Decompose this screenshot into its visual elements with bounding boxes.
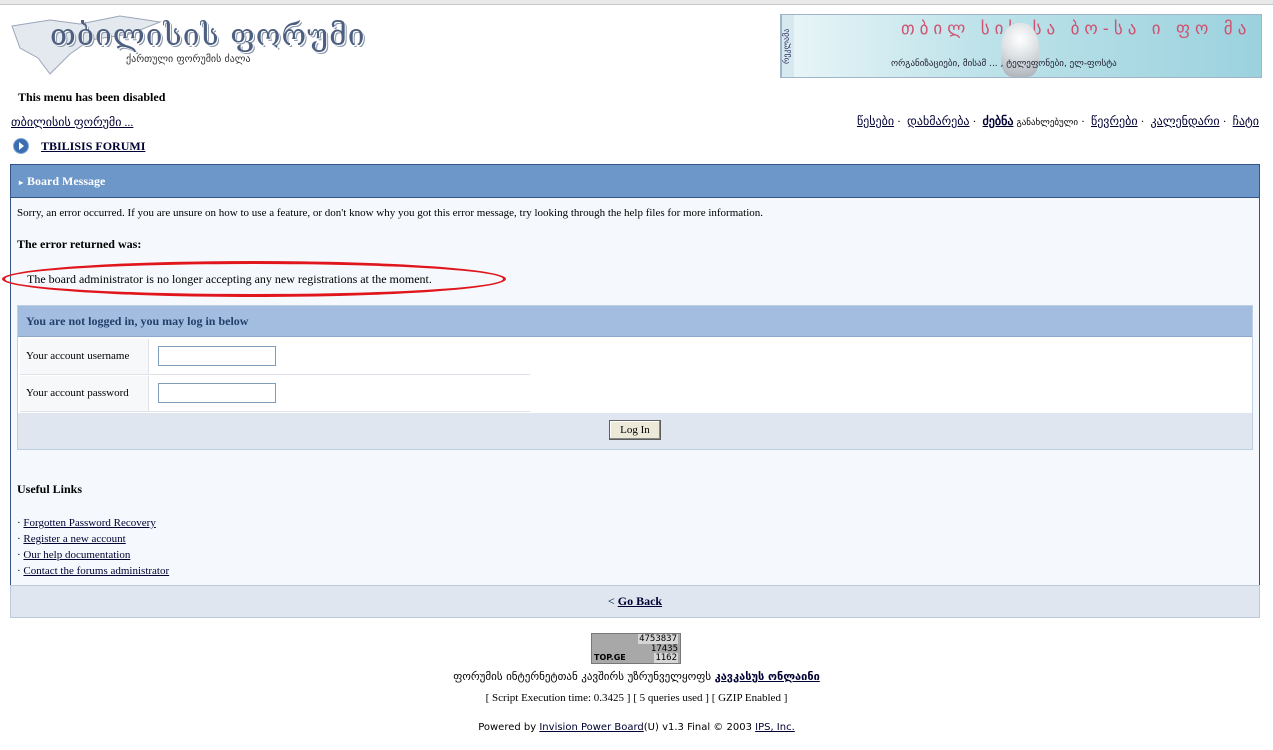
board-message-title: Board Message	[27, 174, 106, 188]
browser-top-strip	[0, 0, 1273, 5]
logo-title: თბილისის ფორუმი	[50, 18, 366, 53]
forum-title: TBILISIS FORUMI	[13, 138, 145, 154]
logo-subtitle: ქართული ფორუმის ძალა	[126, 54, 251, 65]
board-message-panel: ▸ Board Message Sorry, an error occurred.…	[2, 164, 1260, 586]
list-item: · Our help documentation	[17, 549, 131, 561]
red-highlight-ellipse	[2, 261, 506, 297]
isp-link[interactable]: კავკასუს ონლაინი	[715, 670, 820, 683]
password-row: Your account password	[20, 376, 531, 412]
login-box: You are not logged in, you may log in be…	[17, 305, 1253, 450]
error-label: The error returned was:	[17, 237, 142, 251]
nav-help[interactable]: დახმარება	[907, 114, 970, 128]
nav-search[interactable]: ძებნა	[983, 114, 1014, 128]
menu-disabled-notice: This menu has been disabled	[18, 90, 166, 104]
contact-admin-link[interactable]: Contact the forums administrator	[23, 565, 169, 577]
username-row: Your account username	[20, 339, 531, 375]
error-description: Sorry, an error occurred. If you are uns…	[17, 207, 764, 219]
header-arrow-icon: ▸	[19, 178, 24, 187]
forgotten-password-link[interactable]: Forgotten Password Recovery	[23, 517, 155, 529]
ad-banner[interactable]: რეკლამა თბილ სის სა ბო-სა ი ფო მა ო ს ცი…	[780, 14, 1262, 78]
register-account-link[interactable]: Register a new account	[23, 533, 125, 545]
site-logo[interactable]: თბილისის ფორუმი ქართული ფორუმის ძალა	[10, 14, 364, 80]
banner-subtitle: ორგანიზაციები, მისამ ... , ტელეფონები, ე…	[891, 59, 1117, 69]
breadcrumb-link[interactable]: თბილისის ფორუმი ...	[11, 115, 133, 130]
isp-text: ფორუმის ინტერნეტთან კავშირს უზრუნველყოფს	[453, 670, 712, 683]
nav-search-note: განახლებული	[1016, 117, 1078, 127]
banner-title: თბილ სის სა ბო-სა ი ფო მა ო ს ცი ა	[901, 19, 1261, 39]
log-in-button[interactable]: Log In	[609, 420, 661, 440]
help-documentation-link[interactable]: Our help documentation	[23, 549, 130, 561]
nav-calendar[interactable]: კალენდარი	[1151, 114, 1220, 128]
forum-title-link[interactable]: TBILISIS FORUMI	[41, 139, 145, 154]
go-back-bar: < Go Back	[10, 585, 1260, 618]
password-label: Your account password	[26, 387, 129, 399]
list-item: · Register a new account	[17, 533, 126, 545]
password-input[interactable]	[158, 383, 276, 403]
login-header: You are not logged in, you may log in be…	[18, 306, 1252, 337]
counter-brand: TOP.GE	[594, 653, 626, 662]
useful-links-list: · Forgotten Password Recovery · Register…	[17, 515, 169, 579]
nav-members[interactable]: წევრები	[1091, 114, 1138, 128]
invision-link[interactable]: Invision Power Board	[539, 722, 643, 733]
password-cell	[148, 376, 531, 411]
login-body: Your account username Your account passw…	[18, 337, 1252, 413]
isp-credit: ფორუმის ინტერნეტთან კავშირს უზრუნველყოფს…	[0, 670, 1273, 683]
username-cell	[148, 339, 531, 374]
powered-by: Powered by Invision Power Board(U) v1.3 …	[0, 722, 1273, 733]
script-stats: [ Script Execution time: 0.3425 ] [ 5 qu…	[485, 692, 788, 704]
powered-version: (U) v1.3 Final © 2003	[643, 722, 752, 733]
board-message-header: ▸ Board Message	[11, 165, 1259, 198]
forum-arrow-icon	[13, 138, 29, 154]
ips-link[interactable]: IPS, Inc.	[755, 722, 795, 733]
nav-chat[interactable]: ჩატი	[1233, 114, 1259, 128]
banner-tab: რეკლამა	[781, 15, 794, 77]
useful-links-title: Useful Links	[17, 482, 83, 496]
username-label: Your account username	[26, 350, 130, 362]
list-item: · Contact the forums administrator	[17, 565, 170, 577]
list-item: · Forgotten Password Recovery	[17, 517, 156, 529]
counter-daily: 1162	[654, 653, 678, 663]
nav-rules[interactable]: წესები	[857, 114, 894, 128]
top-ge-counter[interactable]: 4753837 17435 TOP.GE 1162	[591, 633, 681, 664]
powered-prefix: Powered by	[478, 722, 537, 733]
login-footer: Log In	[18, 413, 1252, 449]
username-input[interactable]	[158, 346, 276, 366]
top-nav-links: წესები · დახმარება · ძებნა განახლებული · წე…	[856, 114, 1259, 128]
go-back-link[interactable]: Go Back	[618, 594, 662, 608]
counter-total: 4753837	[638, 634, 678, 644]
go-back-prefix: <	[607, 594, 615, 608]
